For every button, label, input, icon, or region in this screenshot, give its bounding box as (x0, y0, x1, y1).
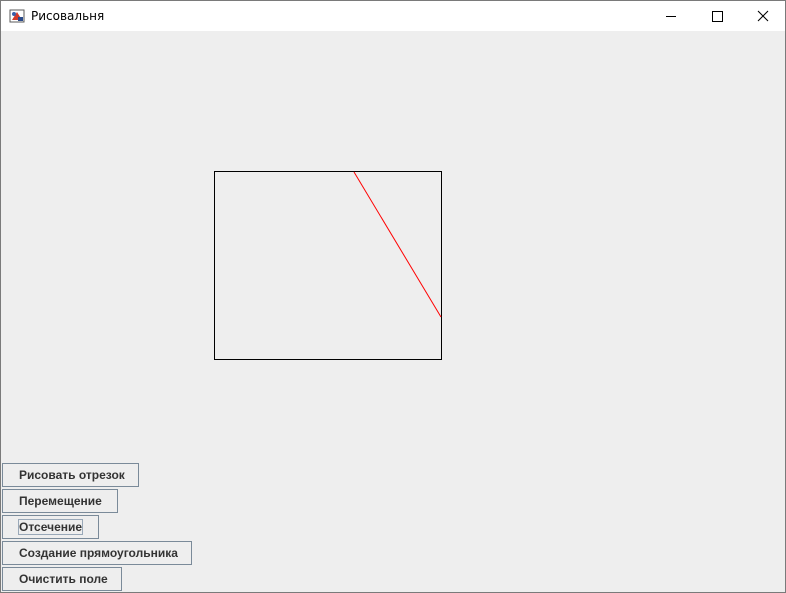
create-rectangle-label: Создание прямоугольника (19, 546, 178, 560)
clear-field-label: Очистить поле (19, 572, 108, 586)
close-button[interactable] (740, 1, 785, 31)
drawing-surface[interactable] (1, 31, 785, 592)
create-rectangle-button[interactable]: Создание прямоугольника (2, 541, 192, 565)
clip-button[interactable]: Отсечение (2, 515, 99, 539)
window-title: Рисовальня (31, 9, 105, 23)
move-label: Перемещение (19, 494, 102, 508)
title-bar[interactable]: Рисовальня (1, 1, 785, 31)
clip-label: Отсечение (17, 519, 84, 535)
drawing-canvas[interactable] (1, 31, 785, 592)
minimize-button[interactable] (648, 1, 694, 31)
maximize-button[interactable] (694, 1, 740, 31)
draw-segment-label: Рисовать отрезок (19, 468, 125, 482)
java-app-icon (9, 9, 25, 23)
line-segment (353, 171, 442, 318)
draw-segment-button[interactable]: Рисовать отрезок (2, 463, 139, 487)
move-button[interactable]: Перемещение (2, 489, 118, 513)
close-icon (757, 10, 769, 22)
clear-field-button[interactable]: Очистить поле (2, 567, 122, 591)
maximize-icon (712, 11, 723, 22)
clipping-rectangle (214, 171, 442, 360)
minimize-icon (666, 16, 676, 17)
app-window: Рисовальня Рисовать отрезок Перемещение (0, 0, 786, 593)
